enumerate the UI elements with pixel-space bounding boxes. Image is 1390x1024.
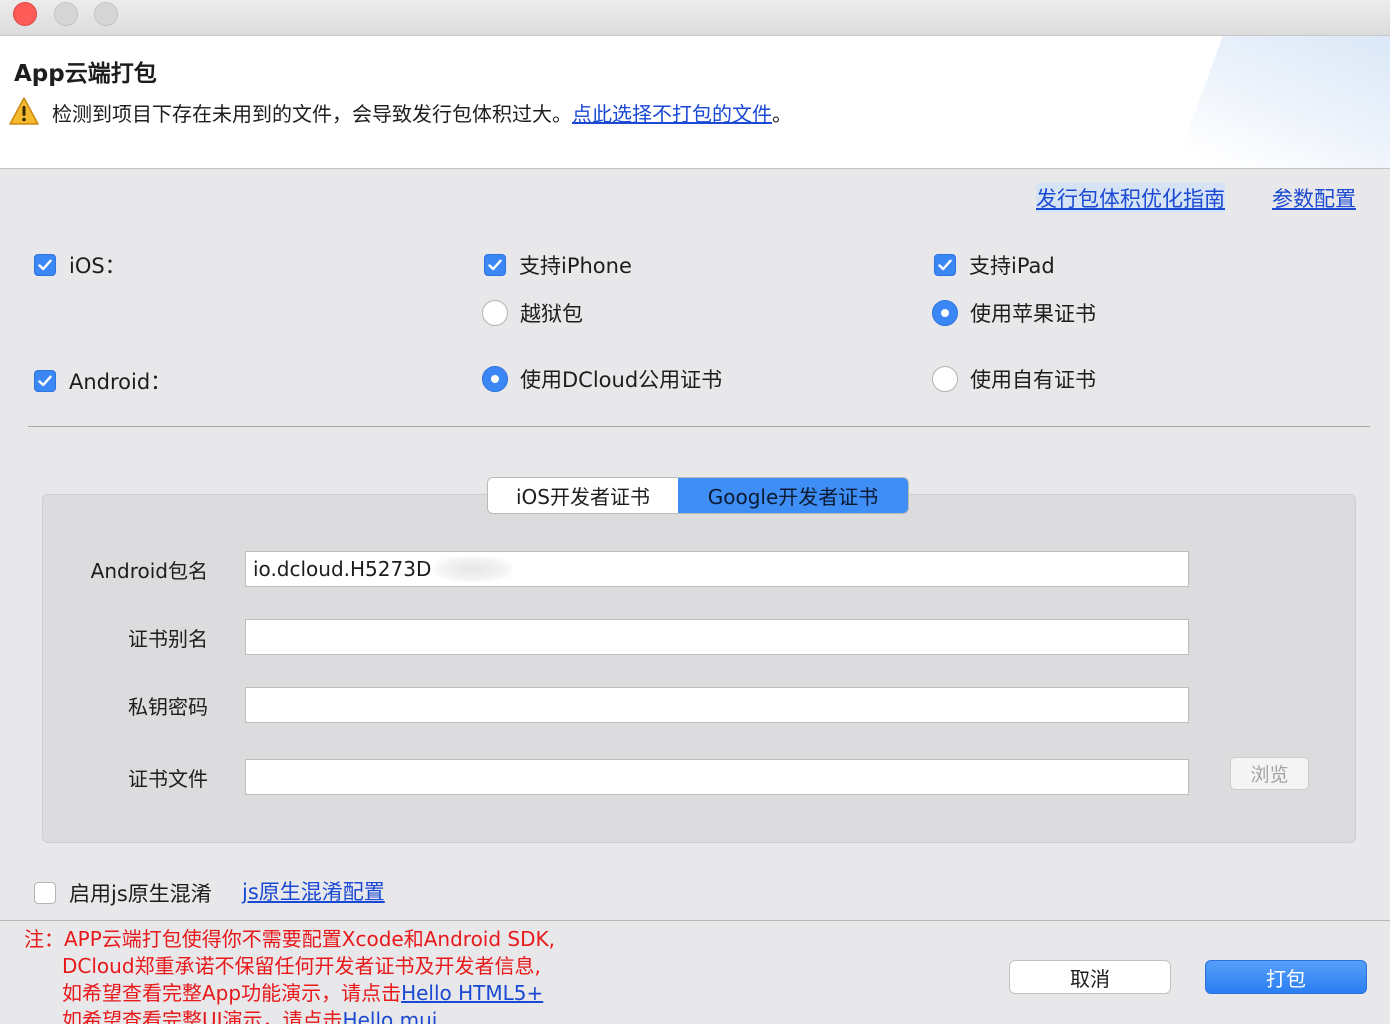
support-iphone-label: 支持iPhone [519, 254, 632, 278]
private-key-password-field[interactable] [245, 687, 1189, 723]
header-decoration [1142, 36, 1390, 168]
minimize-window-button[interactable] [54, 2, 78, 26]
dialog-title: App云端打包 [14, 61, 157, 87]
browse-button[interactable]: 浏览 [1230, 757, 1309, 790]
section-divider [28, 426, 1370, 427]
own-cert-label: 使用自有证书 [970, 368, 1096, 392]
js-obfuscation-config-link[interactable]: js原生混淆配置 [242, 876, 385, 906]
support-ipad-option[interactable]: 支持iPad [934, 250, 1055, 280]
dcloud-cert-radio[interactable] [482, 366, 508, 392]
tab-ios-certificate[interactable]: iOS开发者证书 [488, 478, 678, 513]
warning-text: 检测到项目下存在未用到的文件，会导致发行包体积过大。 [52, 102, 572, 126]
checkmark-icon [938, 259, 952, 271]
private-key-password-label: 私钥密码 [128, 695, 208, 719]
select-excluded-files-link[interactable]: 点此选择不打包的文件 [572, 102, 772, 126]
dcloud-cert-label: 使用DCloud公用证书 [520, 368, 723, 392]
zoom-window-button[interactable] [94, 2, 118, 26]
dcloud-cert-option[interactable]: 使用DCloud公用证书 [482, 364, 722, 394]
note-line-4: 如希望查看完整UI演示，请点击Hello mui [24, 1007, 555, 1024]
support-iphone-option[interactable]: 支持iPhone [484, 250, 632, 280]
warning-suffix: 。 [772, 102, 792, 126]
js-obfuscation-label: 启用js原生混淆 [69, 882, 212, 906]
own-cert-radio[interactable] [932, 366, 958, 392]
package-button[interactable]: 打包 [1205, 960, 1367, 994]
note-line-3-text: 如希望查看完整App功能演示，请点击 [62, 981, 402, 1005]
android-label: Android： [69, 370, 172, 394]
dialog-header: App云端打包 检测到项目下存在未用到的文件，会导致发行包体积过大。点此选择不打… [0, 36, 1390, 169]
note-line-1: 注：APP云端打包使得你不需要配置Xcode和Android SDK, [24, 927, 555, 951]
checkmark-icon [38, 259, 52, 271]
cancel-button[interactable]: 取消 [1009, 960, 1171, 994]
note-line-3: 如希望查看完整App功能演示，请点击Hello HTML5+ [24, 980, 555, 1007]
own-cert-option[interactable]: 使用自有证书 [932, 364, 1096, 394]
jailbreak-radio[interactable] [482, 300, 508, 326]
footer-note: 注：APP云端打包使得你不需要配置Xcode和Android SDK, DClo… [24, 926, 555, 1024]
hello-mui-link[interactable]: Hello mui [343, 1008, 438, 1024]
parameter-config-link[interactable]: 参数配置 [1272, 183, 1356, 213]
redacted-blur [433, 556, 514, 582]
support-iphone-checkbox[interactable] [484, 254, 506, 276]
tab-google-certificate[interactable]: Google开发者证书 [678, 478, 908, 513]
cert-file-field[interactable] [245, 759, 1189, 795]
warning-message: 检测到项目下存在未用到的文件，会导致发行包体积过大。点此选择不打包的文件。 [52, 98, 792, 127]
hello-html5-link[interactable]: Hello HTML5+ [401, 981, 543, 1005]
footer-divider [0, 920, 1390, 921]
cert-alias-field[interactable] [245, 619, 1189, 655]
checkmark-icon [38, 375, 52, 387]
package-name-label: Android包名 [90, 559, 208, 583]
warning-icon [9, 97, 39, 125]
android-option[interactable]: Android： [34, 366, 171, 396]
apple-cert-label: 使用苹果证书 [970, 302, 1096, 326]
ios-label: iOS： [69, 254, 126, 278]
cert-file-label: 证书文件 [128, 767, 208, 791]
ios-checkbox[interactable] [34, 254, 56, 276]
apple-cert-option[interactable]: 使用苹果证书 [932, 298, 1096, 328]
support-ipad-checkbox[interactable] [934, 254, 956, 276]
checkmark-icon [488, 259, 502, 271]
cert-alias-label: 证书别名 [128, 627, 208, 651]
js-obfuscation-checkbox[interactable] [34, 882, 56, 904]
note-line-2: DCloud郑重承诺不保留任何开发者证书及开发者信息, [62, 954, 541, 978]
certificate-tabs: iOS开发者证书 Google开发者证书 [488, 478, 908, 513]
support-ipad-label: 支持iPad [969, 254, 1055, 278]
apple-cert-radio[interactable] [932, 300, 958, 326]
ios-option[interactable]: iOS： [34, 250, 126, 280]
android-checkbox[interactable] [34, 370, 56, 392]
size-optimization-guide-link[interactable]: 发行包体积优化指南 [1036, 183, 1225, 213]
title-bar [0, 0, 1390, 36]
package-name-value: io.dcloud.H5273D [253, 557, 432, 581]
jailbreak-option[interactable]: 越狱包 [482, 298, 583, 328]
js-obfuscation-option[interactable]: 启用js原生混淆 [34, 878, 212, 908]
close-window-button[interactable] [13, 2, 37, 26]
note-line-4-text: 如希望查看完整UI演示，请点击 [62, 1008, 343, 1024]
package-name-field[interactable]: io.dcloud.H5273D [245, 551, 1189, 587]
jailbreak-label: 越狱包 [520, 302, 583, 326]
